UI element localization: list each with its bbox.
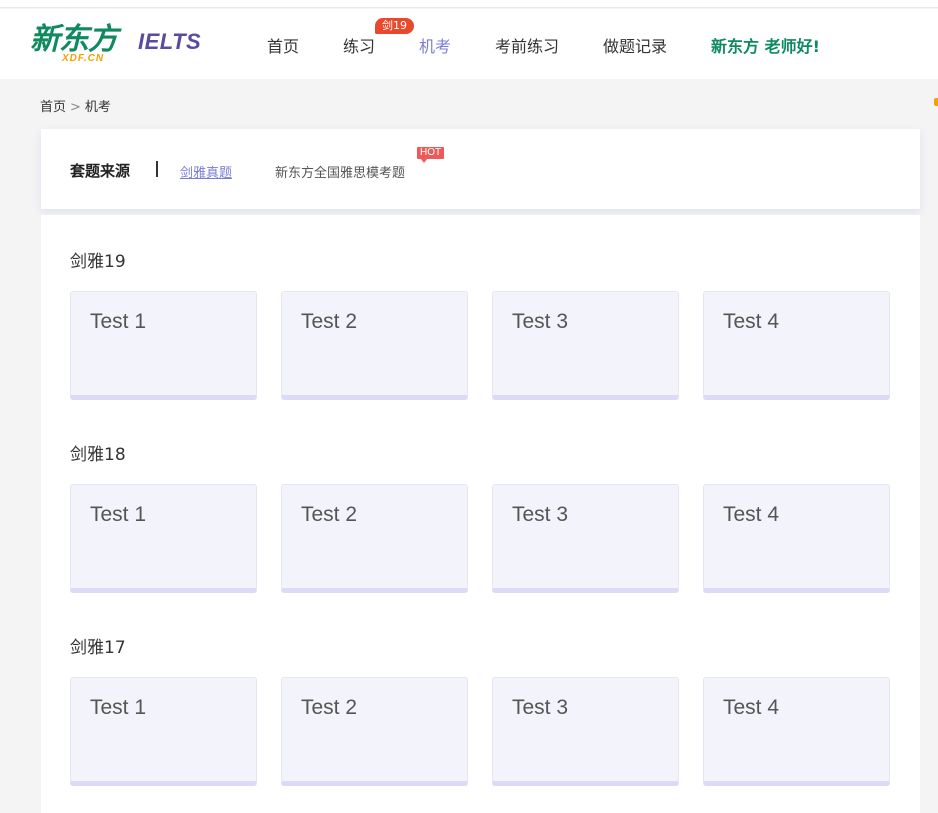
test-card[interactable]: Test 1	[70, 484, 257, 593]
test-card[interactable]: Test 3	[492, 677, 679, 786]
test-card[interactable]: Test 4	[703, 677, 890, 786]
nav-pre-exam-practice[interactable]: 考前练习	[495, 33, 559, 57]
nav-computer-exam[interactable]: 机考	[419, 33, 451, 57]
test-label: Test 2	[301, 503, 358, 526]
test-label: Test 2	[301, 310, 358, 333]
xdf-logo[interactable]: 新东方 XDF.CN	[30, 23, 130, 67]
test-card[interactable]: Test 3	[492, 484, 679, 593]
test-card[interactable]: Test 2	[281, 484, 468, 593]
test-label: Test 3	[512, 503, 569, 526]
test-label: Test 3	[512, 310, 569, 333]
nav-practice[interactable]: 练习	[343, 33, 375, 57]
breadcrumb-separator: >	[70, 100, 81, 115]
test-label: Test 1	[90, 696, 147, 719]
breadcrumb-current: 机考	[84, 100, 111, 115]
test-card[interactable]: Test 3	[492, 291, 679, 400]
test-list: 剑雅19 Test 1 Test 2 Test 3 Test 4 剑雅18 Te…	[41, 215, 920, 813]
section-title: 剑雅19	[70, 252, 126, 272]
test-card[interactable]: Test 2	[281, 291, 468, 400]
product-name: IELTS	[138, 29, 202, 54]
source-title: 套题来源	[70, 162, 131, 180]
test-label: Test 1	[90, 310, 147, 333]
practice-new-badge: 剑19	[375, 18, 414, 34]
nav-records[interactable]: 做题记录	[603, 33, 667, 57]
test-label: Test 4	[723, 503, 780, 526]
test-card[interactable]: Test 1	[70, 291, 257, 400]
logo-text: 新东方	[30, 22, 118, 57]
test-label: Test 1	[90, 503, 147, 526]
test-label: Test 3	[512, 696, 569, 719]
nav-home[interactable]: 首页	[267, 33, 299, 57]
section-title: 剑雅18	[70, 445, 126, 465]
source-divider	[156, 161, 158, 177]
test-card[interactable]: Test 4	[703, 484, 890, 593]
test-label: Test 2	[301, 696, 358, 719]
hot-badge: HOT	[417, 147, 445, 163]
source-option-cambridge[interactable]: 剑雅真题	[180, 162, 232, 181]
top-edge	[0, 0, 938, 8]
test-card[interactable]: Test 1	[70, 677, 257, 786]
top-header: 新东方 XDF.CN IELTS 首页 练习 剑19 机考 考前练习 做题记录 …	[0, 9, 938, 79]
test-label: Test 4	[723, 310, 780, 333]
user-greeting[interactable]: 新东方 老师好!	[711, 33, 820, 57]
breadcrumb: 首页 > 机考	[40, 96, 111, 115]
test-card[interactable]: Test 2	[281, 677, 468, 786]
test-label: Test 4	[723, 696, 780, 719]
test-card[interactable]: Test 4	[703, 291, 890, 400]
side-tab-marker[interactable]	[934, 98, 938, 106]
source-filter-card: 套题来源 剑雅真题 新东方全国雅思模考题 HOT	[41, 129, 920, 209]
source-option-xdf-mock[interactable]: 新东方全国雅思模考题	[275, 162, 405, 181]
breadcrumb-home[interactable]: 首页	[40, 100, 66, 115]
logo-subtext: XDF.CN	[62, 53, 105, 64]
section-title: 剑雅17	[70, 638, 126, 658]
